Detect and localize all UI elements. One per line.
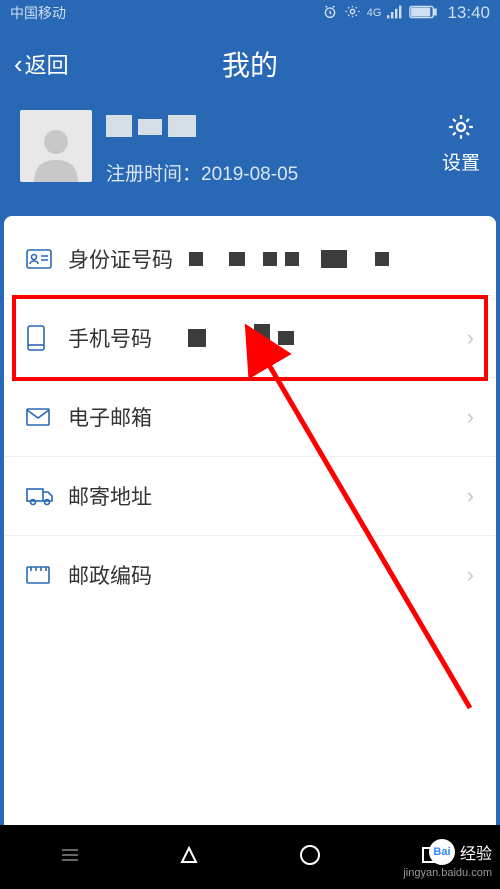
chevron-right-icon: › (467, 562, 474, 588)
settings-label: 设置 (442, 148, 480, 175)
alarm-icon (322, 4, 338, 23)
postcode-icon (26, 563, 56, 587)
phone-label: 手机号码 (68, 323, 152, 353)
back-label: 返回 (25, 48, 69, 80)
register-time: 注册时间：2019-08-05 (106, 159, 480, 186)
profile-section: 注册时间：2019-08-05 设置 (0, 110, 500, 216)
watermark: Bai 经验 jingyan.baidu.com (403, 839, 492, 879)
phone-icon (26, 326, 56, 350)
email-label: 电子邮箱 (68, 402, 152, 432)
nav-back-button[interactable] (179, 845, 199, 870)
eye-icon (344, 3, 361, 23)
nav-home-button[interactable] (299, 844, 321, 871)
list: 身份证号码 手机号码 › (4, 216, 496, 618)
register-date: 2019-08-05 (201, 164, 298, 185)
watermark-url: jingyan.baidu.com (403, 867, 492, 879)
list-item-address[interactable]: 邮寄地址 › (4, 457, 496, 536)
carrier-label: 中国移动 (10, 3, 66, 23)
battery-icon (409, 5, 437, 22)
signal-icon (387, 5, 403, 22)
settings-button[interactable]: 设置 (442, 112, 480, 175)
nav-menu-icon[interactable] (60, 845, 80, 870)
person-icon (26, 122, 86, 182)
chevron-right-icon: › (467, 404, 474, 430)
list-item-id-card[interactable]: 身份证号码 (4, 220, 496, 299)
page-title: 我的 (222, 44, 278, 84)
list-card: 身份证号码 手机号码 › (4, 216, 496, 826)
register-label: 注册时间： (106, 164, 201, 185)
postcode-label: 邮政编码 (68, 560, 152, 590)
clock-label: 13:40 (447, 3, 490, 23)
gear-icon (446, 112, 476, 142)
watermark-text: 经验 (460, 840, 492, 864)
profile-name-censored (106, 115, 480, 137)
avatar[interactable] (20, 110, 92, 182)
chevron-right-icon: › (467, 483, 474, 509)
address-label: 邮寄地址 (68, 481, 152, 511)
system-nav-bar: Bai 经验 jingyan.baidu.com (0, 825, 500, 889)
id-card-label: 身份证号码 (68, 244, 173, 274)
email-icon (26, 405, 56, 429)
header: ‹ 返回 我的 (0, 26, 500, 110)
status-right: 4G 13:40 (322, 3, 490, 23)
network-label: 4G (367, 7, 382, 19)
chevron-right-icon: › (467, 325, 474, 351)
status-left: 中国移动 (10, 3, 66, 23)
list-item-postcode[interactable]: 邮政编码 › (4, 536, 496, 614)
truck-icon (26, 484, 56, 508)
back-button[interactable]: ‹ 返回 (14, 48, 69, 80)
profile-info: 注册时间：2019-08-05 (106, 110, 480, 186)
list-item-phone[interactable]: 手机号码 › (4, 299, 496, 378)
phone-value-censored (168, 329, 459, 347)
id-card-icon (26, 247, 56, 271)
status-bar: 中国移动 4G 13:40 (0, 0, 500, 26)
chevron-left-icon: ‹ (14, 49, 23, 80)
list-item-email[interactable]: 电子邮箱 › (4, 378, 496, 457)
watermark-logo: Bai (429, 839, 455, 865)
id-card-value-censored (189, 250, 474, 268)
